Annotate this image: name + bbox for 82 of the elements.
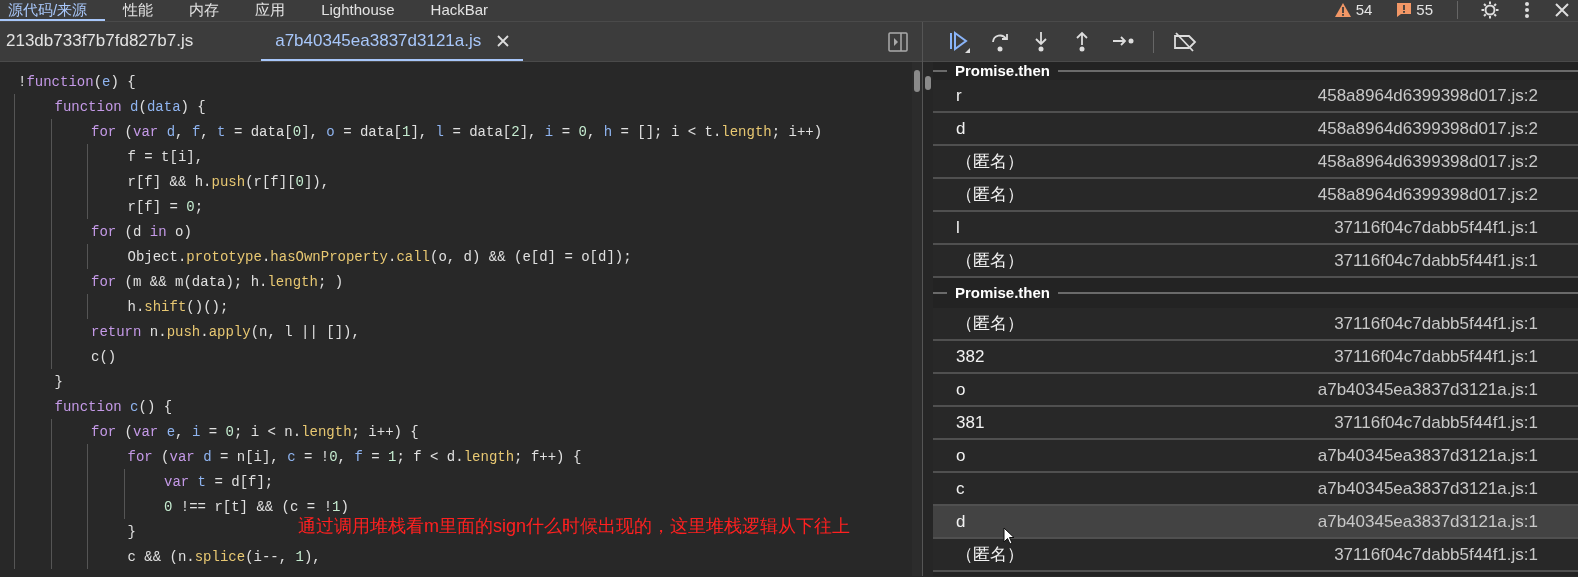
annotation-text: 通过调用堆栈看m里面的sign什么时候出现的，这里堆栈逻辑从下往上	[298, 516, 850, 536]
function-name: r	[956, 84, 962, 107]
file-tab[interactable]: 213db733f7b7fd827b7.js	[0, 22, 208, 61]
async-label: Promise.then	[955, 62, 1051, 80]
call-frame[interactable]: d a7b40345ea3837d3121a.js:1	[933, 506, 1578, 539]
call-frame[interactable]: r 458a8964d6399398d017.js:2	[933, 80, 1578, 113]
source-location[interactable]: 458a8964d6399398d017.js:2	[1317, 181, 1538, 208]
code-line: Object.prototype.hasOwnProperty.call(o, d) && (e[d] = o[d]);	[127, 248, 632, 265]
code-line: return n.push.apply(n, l || []),	[91, 323, 360, 340]
call-frame[interactable]: （匿名） 458a8964d6399398d017.js:2	[933, 179, 1578, 212]
source-location[interactable]: 458a8964d6399398d017.js:2	[1317, 82, 1538, 109]
code-line: var t = d[f];	[164, 473, 274, 490]
code-line: }	[127, 523, 136, 540]
panel-tab[interactable]: Lighthouse	[303, 0, 413, 21]
call-frame[interactable]: （匿名） 37116f04c7dabb5f44f1.js:1	[933, 245, 1578, 278]
code-line: for (d in o)	[91, 223, 192, 240]
source-location[interactable]: 37116f04c7dabb5f44f1.js:1	[1334, 409, 1538, 436]
function-name: （匿名）	[956, 543, 1024, 566]
issue-count[interactable]: 55	[1416, 0, 1433, 20]
source-location[interactable]: 37116f04c7dabb5f44f1.js:1	[1334, 541, 1538, 568]
code-line: for (var d, f, t = data[0], o = data[1], l = data[2], i = 0, h = []; i < t.length; i++)	[91, 123, 823, 140]
panel-tab[interactable]: 应用	[237, 0, 304, 21]
code-line: r[f] = 0;	[127, 198, 204, 215]
cursor-icon	[1003, 527, 1015, 545]
source-location[interactable]: a7b40345ea3837d3121a.js:1	[1317, 475, 1538, 502]
code-line: for (m && m(data); h.length; )	[91, 273, 344, 290]
source-location[interactable]: 37116f04c7dabb5f44f1.js:1	[1334, 247, 1538, 274]
panel-tab[interactable]: 性能	[105, 0, 172, 21]
source-location[interactable]: 37116f04c7dabb5f44f1.js:1	[1334, 214, 1538, 241]
source-location[interactable]: 458a8964d6399398d017.js:2	[1317, 115, 1538, 142]
function-name: （匿名）	[956, 249, 1024, 272]
code-line: function d(data) {	[54, 98, 206, 115]
source-location[interactable]: a7b40345ea3837d3121a.js:1	[1317, 442, 1538, 469]
code-line: for (var d = n[i], c = !0, f = 1; f < d.length; f++) {	[127, 448, 582, 465]
function-name: o	[956, 444, 966, 467]
code-line: 0 !== r[t] && (c = !1)	[164, 498, 349, 515]
call-frame[interactable]: d 458a8964d6399398d017.js:2	[933, 113, 1578, 146]
warning-count[interactable]: 54	[1355, 0, 1373, 20]
call-frame[interactable]: c a7b40345ea3837d3121a.js:1	[933, 473, 1578, 506]
source-location[interactable]: 458a8964d6399398d017.js:2	[1317, 148, 1538, 175]
call-frame[interactable]: o a7b40345ea3837d3121a.js:1	[933, 440, 1578, 473]
code-line: c && (n.splice(i--, 1),	[127, 548, 321, 565]
code-line: !function(e) {	[18, 73, 136, 90]
close-icon[interactable]	[1554, 2, 1570, 18]
function-name: （匿名）	[956, 150, 1024, 173]
sidebar-toggle-icon[interactable]	[888, 32, 908, 52]
resume-icon[interactable]	[948, 30, 971, 53]
call-frame[interactable]: l 37116f04c7dabb5f44f1.js:1	[933, 212, 1578, 245]
source-location[interactable]: 37116f04c7dabb5f44f1.js:1	[1334, 310, 1538, 337]
source-location[interactable]: a7b40345ea3837d3121a.js:1	[1317, 508, 1538, 535]
source-location[interactable]: a7b40345ea3837d3121a.js:1	[1317, 376, 1538, 403]
code-line: function c() {	[54, 398, 173, 415]
function-name: o	[956, 378, 966, 401]
code-line: c()	[91, 348, 117, 365]
function-name: d	[956, 510, 966, 533]
call-frame[interactable]: （匿名） 458a8964d6399398d017.js:2	[933, 146, 1578, 179]
source-location[interactable]: 37116f04c7dabb5f44f1.js:1	[1334, 343, 1538, 370]
function-name: （匿名）	[956, 312, 1024, 335]
close-icon[interactable]	[497, 34, 510, 47]
more-options-icon[interactable]	[1524, 1, 1530, 19]
scrollbar[interactable]	[912, 62, 922, 576]
function-name: d	[956, 117, 966, 140]
function-name: （匿名）	[956, 183, 1024, 206]
settings-icon[interactable]	[1480, 0, 1500, 20]
code-line: r[f] && h.push(r[f][0]),	[127, 173, 330, 190]
call-frame[interactable]: （匿名） 37116f04c7dabb5f44f1.js:1	[933, 539, 1578, 572]
function-name: l	[956, 216, 960, 239]
function-name: c	[956, 477, 965, 500]
code-line: f = t[i],	[127, 148, 204, 165]
panel-tab[interactable]: HackBar	[412, 0, 507, 21]
call-frame[interactable]: 381 37116f04c7dabb5f44f1.js:1	[933, 407, 1578, 440]
function-name: 381	[956, 411, 985, 434]
code-line: for (var e, i = 0; i < n.length; i++) {	[91, 423, 419, 440]
call-frame[interactable]: 382 37116f04c7dabb5f44f1.js:1	[933, 341, 1578, 374]
async-label: Promise.then	[955, 284, 1051, 302]
panel-tab[interactable]: 内存	[171, 0, 238, 21]
call-frame[interactable]: （匿名） 37116f04c7dabb5f44f1.js:1	[933, 308, 1578, 341]
call-frame[interactable]: o a7b40345ea3837d3121a.js:1	[933, 374, 1578, 407]
code-line: }	[54, 373, 63, 390]
code-line: h.shift()();	[127, 298, 229, 315]
breakpoints-off-icon[interactable]	[1172, 30, 1198, 53]
function-name: 382	[956, 345, 985, 368]
